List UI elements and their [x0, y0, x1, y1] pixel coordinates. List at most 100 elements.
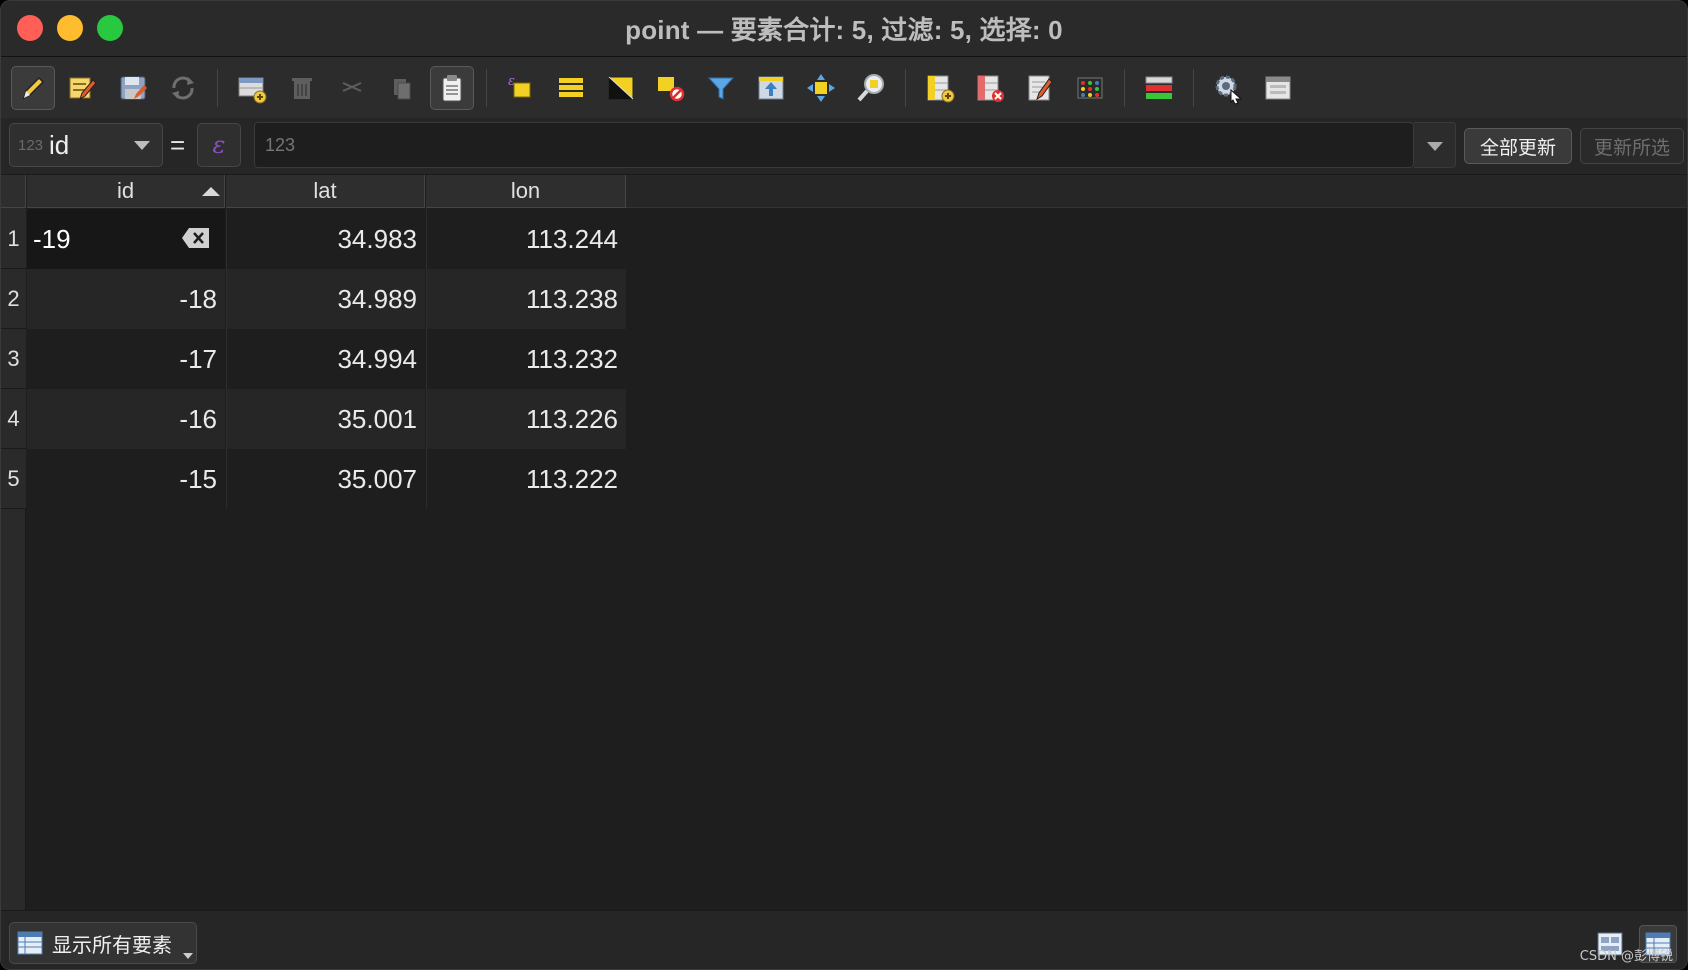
- svg-text:ε: ε: [508, 74, 515, 89]
- field-select-dropdown[interactable]: 123 id: [9, 123, 163, 167]
- toolbar-separator: [1124, 68, 1125, 107]
- pan-icon: [807, 73, 835, 102]
- table-row[interactable]: 3 -17 34.994 113.232: [1, 329, 627, 389]
- cell-lon[interactable]: 113.222: [426, 449, 626, 509]
- zoom-to-selected-button[interactable]: [849, 66, 893, 110]
- maximize-window-button[interactable]: [97, 15, 123, 41]
- funnel-icon: [707, 77, 735, 100]
- attribute-toolbar: ε: [1, 57, 1687, 118]
- gear-cursor-icon: [1215, 75, 1243, 105]
- add-feature-icon: [238, 77, 267, 103]
- add-feature-button[interactable]: [230, 66, 274, 110]
- header-filler: [626, 175, 1687, 208]
- field-name-label: id: [49, 129, 70, 160]
- minimize-window-button[interactable]: [57, 15, 83, 41]
- equals-operator: =: [170, 130, 186, 160]
- table-icon: [17, 931, 43, 955]
- cell-lon[interactable]: 113.244: [426, 209, 626, 269]
- value-history-dropdown[interactable]: [1414, 122, 1456, 168]
- invert-selection-button[interactable]: [599, 66, 643, 110]
- show-form-button[interactable]: [1256, 66, 1300, 110]
- cell-lon[interactable]: 113.238: [426, 269, 626, 329]
- cell-edit-input[interactable]: [33, 223, 173, 255]
- clear-input-icon[interactable]: [181, 227, 211, 249]
- select-all-icon: [559, 77, 583, 97]
- show-all-features-label: 显示所有要素: [52, 932, 172, 957]
- new-field-icon: [927, 75, 955, 102]
- magnifier-icon: [857, 73, 884, 101]
- save-edits-button[interactable]: [111, 66, 155, 110]
- copy-button[interactable]: [380, 66, 424, 110]
- row-number[interactable]: 4: [1, 389, 26, 449]
- row-number[interactable]: 5: [1, 449, 26, 509]
- expression-builder-button[interactable]: ε: [197, 123, 241, 167]
- move-top-icon: [758, 76, 784, 99]
- cell-id[interactable]: -18: [27, 269, 225, 329]
- pan-to-selected-button[interactable]: [799, 66, 843, 110]
- table-row[interactable]: 2 -18 34.989 113.238: [1, 269, 627, 329]
- pencil-icon: [22, 76, 45, 99]
- conditional-formatting-button[interactable]: [1068, 66, 1112, 110]
- epsilon-icon: ε: [212, 131, 226, 159]
- show-all-features-button[interactable]: 显示所有要素: [9, 922, 197, 964]
- actions-button[interactable]: [1206, 66, 1250, 110]
- attribute-table: id lat lon 1 34.983 113.244 2 -18 34.989…: [1, 175, 1687, 910]
- new-field-button[interactable]: [918, 66, 962, 110]
- cell-lat[interactable]: 34.989: [226, 269, 425, 329]
- field-calculator-button[interactable]: [1018, 66, 1062, 110]
- toggle-editing-button[interactable]: [11, 65, 55, 110]
- paste-button[interactable]: [430, 65, 474, 110]
- window-title: point — 要素合计: 5, 过滤: 5, 选择: 0: [625, 15, 1063, 45]
- table-row[interactable]: 1 34.983 113.244: [1, 209, 627, 269]
- row-number[interactable]: 1: [1, 209, 26, 269]
- column-header-id[interactable]: id: [27, 175, 225, 208]
- select-expression-icon: ε: [508, 74, 531, 97]
- multi-edit-button[interactable]: [61, 66, 105, 110]
- column-header-lat[interactable]: lat: [226, 175, 425, 208]
- chevron-down-icon: [134, 141, 150, 150]
- watermark-text: CSDN @彭博锐: [1579, 949, 1673, 964]
- cell-lat[interactable]: 35.007: [226, 449, 425, 509]
- corner-header[interactable]: [1, 175, 26, 208]
- row-number[interactable]: 2: [1, 269, 26, 329]
- update-all-button[interactable]: 全部更新: [1464, 128, 1572, 164]
- cell-lat[interactable]: 34.994: [226, 329, 425, 389]
- move-selection-top-button[interactable]: [749, 66, 793, 110]
- cell-id[interactable]: -17: [27, 329, 225, 389]
- close-window-button[interactable]: [17, 15, 43, 41]
- cell-lon[interactable]: 113.226: [426, 389, 626, 449]
- select-all-button[interactable]: [549, 66, 593, 110]
- toolbar-separator: [486, 68, 487, 107]
- toolbar-separator: [905, 68, 906, 107]
- trash-icon: [292, 77, 312, 99]
- cell-id[interactable]: -15: [27, 449, 225, 509]
- cell-lat[interactable]: 35.001: [226, 389, 425, 449]
- filter-select-button[interactable]: [699, 66, 743, 110]
- cut-button[interactable]: [330, 66, 374, 110]
- table-row[interactable]: 4 -16 35.001 113.226: [1, 389, 627, 449]
- copy-icon: [394, 78, 411, 99]
- reload-button[interactable]: [161, 66, 205, 110]
- save-icon: [120, 76, 147, 99]
- toolbar-separator: [217, 68, 218, 107]
- field-calculator-icon: [1028, 75, 1053, 100]
- attribute-table-window: point — 要素合计: 5, 过滤: 5, 选择: 0 ε 123 id =…: [0, 0, 1688, 970]
- row-number[interactable]: 3: [1, 329, 26, 389]
- table-row[interactable]: 5 -15 35.007 113.222: [1, 449, 627, 509]
- cell-id[interactable]: -16: [27, 389, 225, 449]
- dock-icon: [1145, 76, 1173, 99]
- update-selected-button[interactable]: 更新所选: [1580, 128, 1684, 164]
- dock-table-button[interactable]: [1137, 66, 1181, 110]
- cell-lat[interactable]: 34.983: [226, 209, 425, 269]
- chevron-down-icon: [183, 953, 193, 959]
- status-bar: 显示所有要素 CSDN @彭博锐: [1, 910, 1687, 969]
- cell-lon[interactable]: 113.232: [426, 329, 626, 389]
- delete-field-button[interactable]: [968, 66, 1012, 110]
- select-by-expression-button[interactable]: ε: [499, 66, 543, 110]
- field-value-input[interactable]: [254, 122, 1414, 168]
- cell-editor-id[interactable]: [27, 209, 225, 269]
- column-header-lon[interactable]: lon: [426, 175, 626, 208]
- deselect-all-button[interactable]: [649, 66, 693, 110]
- delete-selected-button[interactable]: [280, 66, 324, 110]
- field-type-label: 123: [18, 136, 44, 154]
